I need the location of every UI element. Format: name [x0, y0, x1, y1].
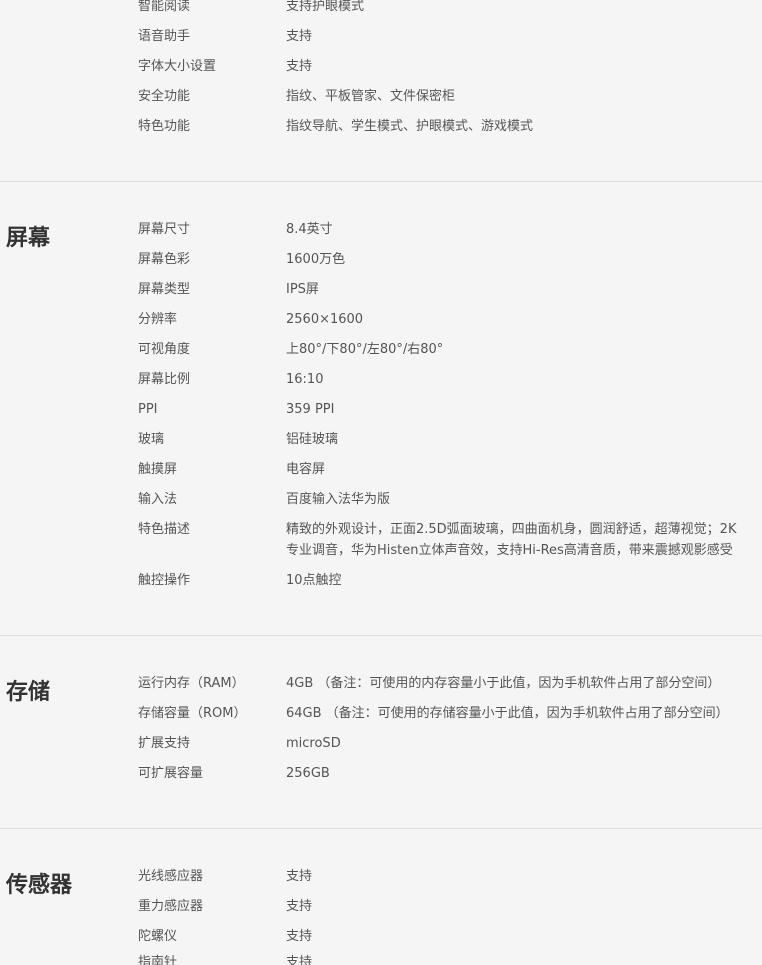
spec-label: 屏幕类型	[138, 282, 191, 297]
spec-label: 玻璃	[138, 432, 165, 447]
spec-label: 分辨率	[138, 312, 178, 327]
spec-label: 智能阅读	[138, 0, 191, 14]
section-divider	[0, 181, 762, 182]
section-title-storage: 存储	[6, 680, 51, 705]
spec-value: 铝硅玻璃	[286, 432, 339, 447]
spec-label: 重力感应器	[138, 899, 204, 914]
spec-label: 可视角度	[138, 342, 191, 357]
spec-label: 屏幕色彩	[138, 252, 191, 267]
spec-value: 256GB	[286, 766, 330, 781]
spec-label: 特色功能	[138, 119, 191, 134]
spec-label: 存储容量（ROM）	[138, 706, 247, 721]
spec-label: 指南针	[138, 955, 178, 965]
spec-label: 安全功能	[138, 89, 191, 104]
spec-value: 支持护眼模式	[286, 0, 365, 14]
spec-label: 屏幕尺寸	[138, 222, 191, 237]
spec-label: 特色描述	[138, 522, 191, 537]
section-title-screen: 屏幕	[6, 226, 51, 251]
section-divider	[0, 635, 762, 636]
spec-page: 智能阅读 支持护眼模式 语音助手 支持 字体大小设置 支持 安全功能 指纹、平板…	[0, 0, 762, 965]
spec-label: 扩展支持	[138, 736, 191, 751]
spec-label: PPI	[138, 402, 158, 417]
spec-value: 8.4英寸	[286, 222, 333, 237]
spec-value: 支持	[286, 955, 313, 965]
spec-label: 可扩展容量	[138, 766, 204, 781]
spec-value: 支持	[286, 899, 313, 914]
section-title-sensors: 传感器	[6, 873, 73, 898]
spec-value: 指纹导航、学生模式、护眼模式、游戏模式	[286, 119, 534, 134]
spec-label: 陀螺仪	[138, 929, 178, 944]
spec-value: 上80°/下80°/左80°/右80°	[286, 342, 444, 357]
spec-label: 输入法	[138, 492, 178, 507]
spec-value-line2: 专业调音，华为Histen立体声音效，支持Hi-Res高清音质，带来震撼观影感受	[286, 543, 733, 558]
section-divider	[0, 828, 762, 829]
spec-label: 屏幕比例	[138, 372, 191, 387]
spec-value: 支持	[286, 869, 313, 884]
spec-value: 指纹、平板管家、文件保密柜	[286, 89, 456, 104]
spec-value: 2560×1600	[286, 312, 364, 327]
spec-value: microSD	[286, 736, 341, 751]
spec-value: 支持	[286, 29, 313, 44]
spec-value: 百度输入法华为版	[286, 492, 391, 507]
spec-value: 支持	[286, 929, 313, 944]
spec-value: 电容屏	[286, 462, 326, 477]
spec-value: 1600万色	[286, 252, 346, 267]
spec-value: 359 PPI	[286, 402, 335, 417]
spec-label: 光线感应器	[138, 869, 204, 884]
spec-label: 触控操作	[138, 573, 191, 588]
spec-value: 16:10	[286, 372, 324, 387]
spec-label: 字体大小设置	[138, 59, 217, 74]
spec-value: IPS屏	[286, 282, 319, 297]
spec-value: 支持	[286, 59, 313, 74]
spec-value: 10点触控	[286, 573, 342, 588]
spec-value: 64GB （备注：可使用的存储容量小于此值，因为手机软件占用了部分空间）	[286, 706, 729, 721]
spec-value: 精致的外观设计，正面2.5D弧面玻璃，四曲面机身，圆润舒适，超薄视觉；2K	[286, 522, 737, 537]
spec-label: 触摸屏	[138, 462, 178, 477]
spec-label: 运行内存（RAM）	[138, 676, 245, 691]
spec-label: 语音助手	[138, 29, 191, 44]
spec-value: 4GB （备注：可使用的内存容量小于此值，因为手机软件占用了部分空间）	[286, 676, 721, 691]
